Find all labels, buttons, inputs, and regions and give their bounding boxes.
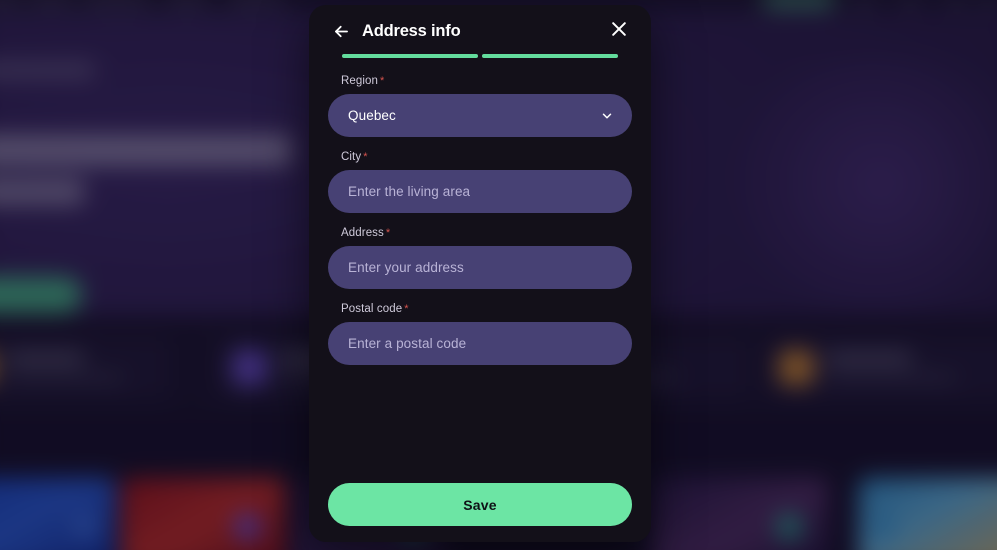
input-city[interactable]: Enter the living area xyxy=(328,170,632,213)
required-marker: * xyxy=(363,151,368,163)
label-text: Postal code xyxy=(341,303,403,315)
placeholder-text: Enter your address xyxy=(348,260,464,275)
field-label-region: Region * xyxy=(341,75,632,87)
address-form: Region * Quebec City * Enter the living area A… xyxy=(328,58,632,483)
required-marker: * xyxy=(404,303,409,315)
field-city: City * Enter the living area xyxy=(328,151,632,213)
modal-footer: Save xyxy=(328,483,632,542)
modal-header: Address info xyxy=(328,5,632,53)
selected-value: Quebec xyxy=(348,108,396,123)
field-address: Address * Enter your address xyxy=(328,227,632,289)
label-text: City xyxy=(341,151,362,163)
label-text: Address xyxy=(341,227,384,239)
address-info-modal: Address info Region * Quebec City * Enter the… xyxy=(309,5,651,542)
field-label-city: City * xyxy=(341,151,632,163)
field-label-postal_code: Postal code * xyxy=(341,303,632,315)
arrow-left-icon[interactable] xyxy=(328,18,354,44)
field-label-address: Address * xyxy=(341,227,632,239)
modal-title: Address info xyxy=(362,21,461,40)
required-marker: * xyxy=(385,227,391,239)
field-postal_code: Postal code * Enter a postal code xyxy=(328,303,632,365)
field-region: Region * Quebec xyxy=(328,75,632,137)
save-button[interactable]: Save xyxy=(328,483,632,526)
input-postal_code[interactable]: Enter a postal code xyxy=(328,322,632,365)
placeholder-text: Enter a postal code xyxy=(348,336,467,351)
placeholder-text: Enter the living area xyxy=(348,184,471,199)
close-icon[interactable] xyxy=(604,14,634,44)
chevron-down-icon[interactable] xyxy=(600,109,614,123)
required-marker: * xyxy=(380,75,385,87)
label-text: Region xyxy=(341,75,379,87)
select-region[interactable]: Quebec xyxy=(328,94,632,137)
input-address[interactable]: Enter your address xyxy=(328,246,632,289)
screen-root: Address info Region * Quebec City * Enter the… xyxy=(0,0,997,550)
